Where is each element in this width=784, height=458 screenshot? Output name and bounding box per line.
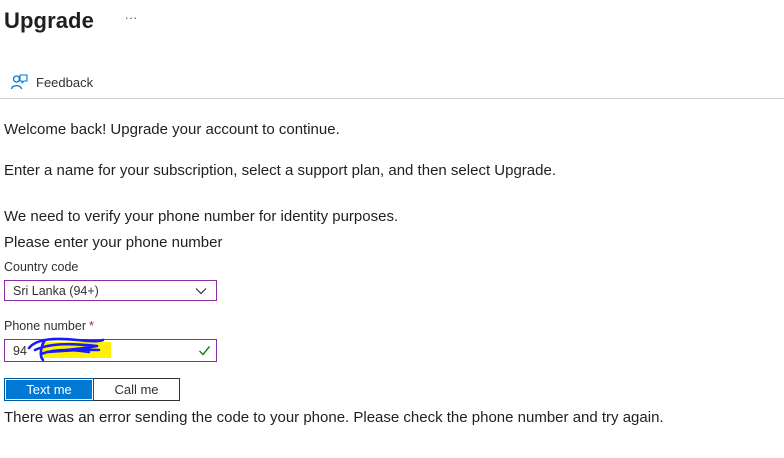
verification-method-toggle: Text me Call me: [4, 378, 180, 401]
country-code-value: Sri Lanka (94+): [13, 284, 99, 298]
phone-number-value: 94: [13, 344, 27, 358]
call-me-button[interactable]: Call me: [94, 378, 180, 401]
welcome-text: Welcome back! Upgrade your account to co…: [4, 121, 340, 138]
valid-checkmark-icon: [199, 346, 211, 356]
feedback-button[interactable]: Feedback: [10, 71, 93, 93]
feedback-label: Feedback: [36, 74, 94, 90]
command-bar: Feedback: [0, 66, 784, 99]
country-code-label: Country code: [4, 260, 79, 274]
required-marker: *: [89, 319, 94, 333]
phone-number-label: Phone number *: [4, 319, 94, 333]
feedback-person-icon: [10, 74, 28, 90]
chevron-down-icon: [195, 288, 207, 295]
page-title: Upgrade: [4, 8, 94, 33]
verify-intro-text: We need to verify your phone number for …: [4, 208, 399, 225]
phone-number-label-text: Phone number: [4, 319, 87, 333]
text-me-button[interactable]: Text me: [4, 378, 94, 401]
redaction-scribble: [27, 337, 105, 362]
phone-prompt-text: Please enter your phone number: [4, 234, 223, 251]
instructions-text: Enter a name for your subscription, sele…: [4, 162, 556, 179]
more-options-button[interactable]: ···: [121, 11, 141, 31]
phone-number-input[interactable]: 94: [4, 337, 217, 362]
country-code-dropdown[interactable]: Sri Lanka (94+): [4, 280, 217, 301]
error-message: There was an error sending the code to y…: [4, 409, 664, 426]
upgrade-page: Upgrade ··· Feedback Welcome back! Upgra…: [0, 0, 784, 458]
